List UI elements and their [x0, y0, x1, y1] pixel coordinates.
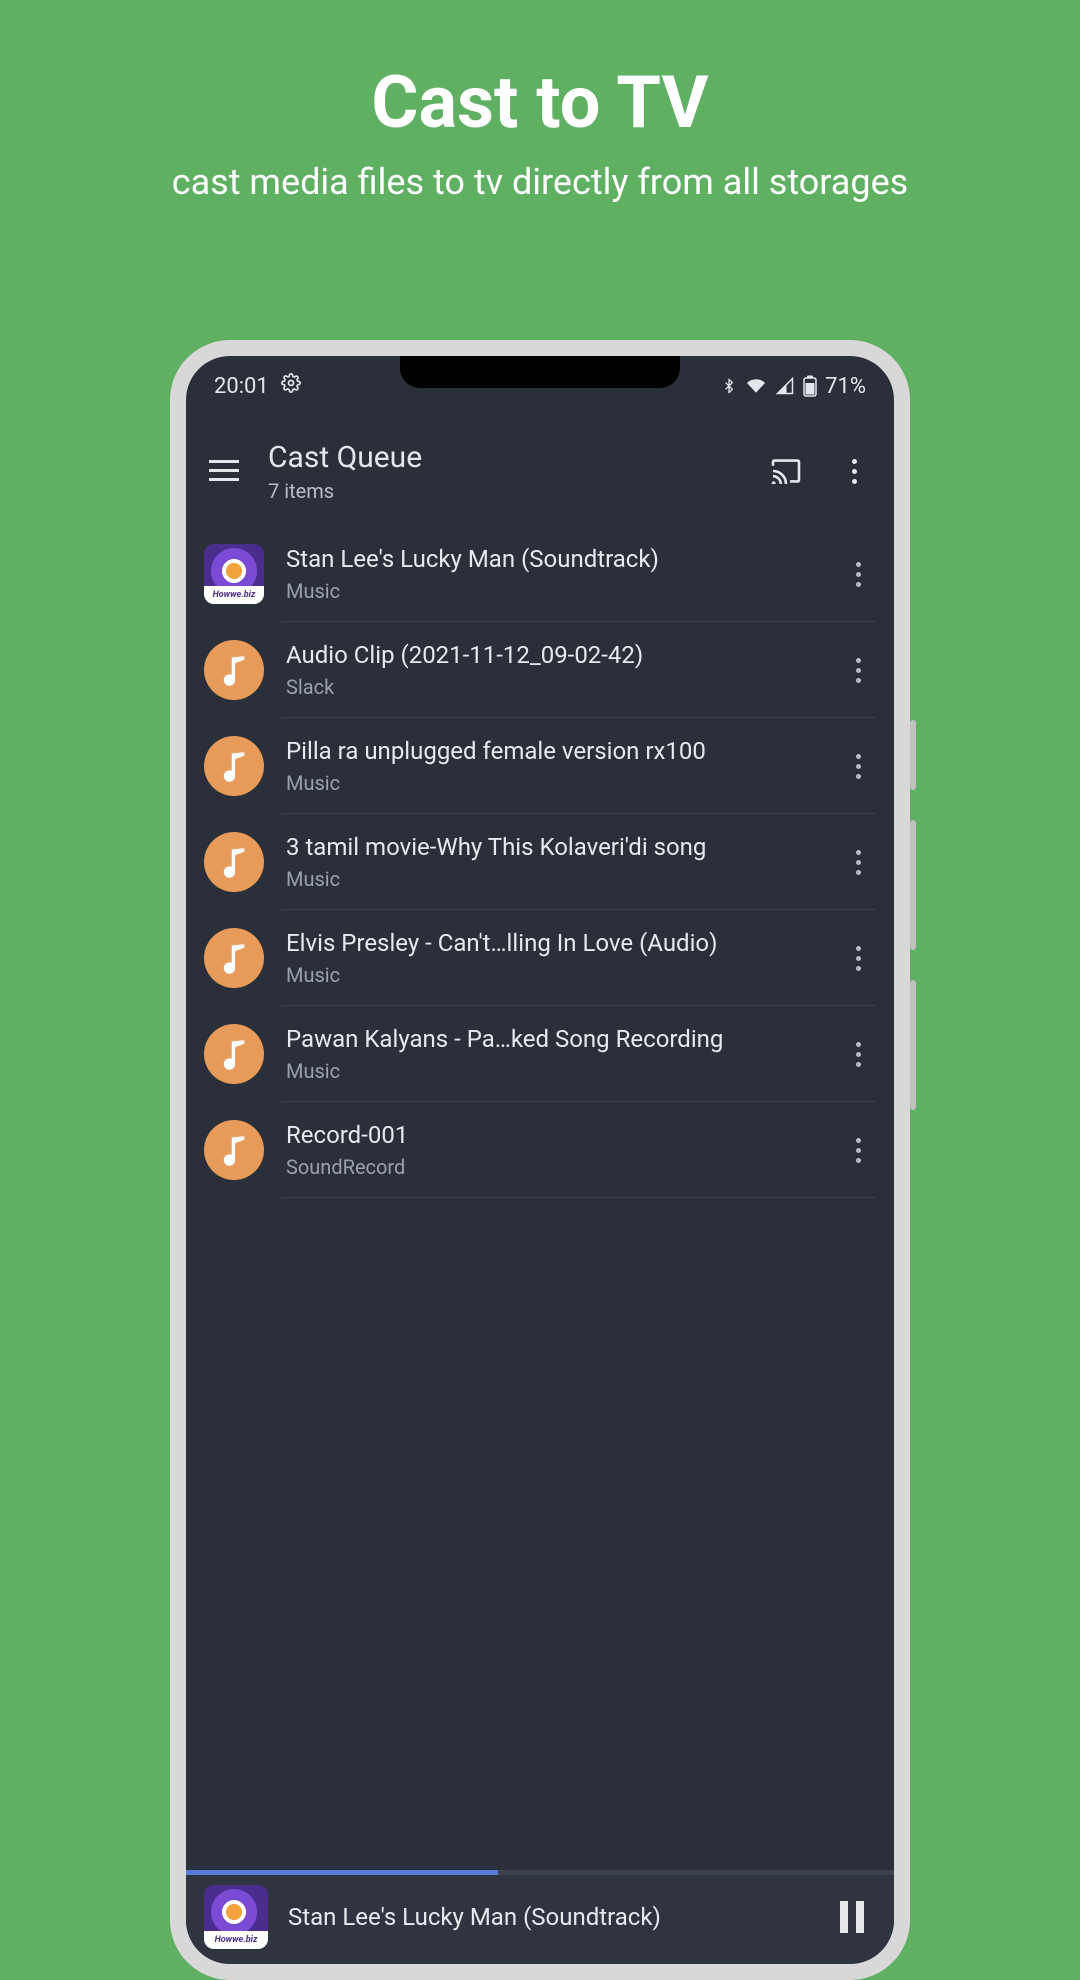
- more-vert-icon: [856, 1138, 861, 1163]
- item-more-button[interactable]: [840, 936, 876, 980]
- music-note-icon: [204, 1024, 264, 1084]
- pause-button[interactable]: [828, 1893, 876, 1941]
- battery-pct: 71%: [825, 374, 866, 399]
- divider: [282, 1197, 876, 1198]
- music-note-icon: [204, 1120, 264, 1180]
- item-more-button[interactable]: [840, 1128, 876, 1172]
- pause-icon: [856, 1901, 864, 1933]
- item-subtitle: Music: [286, 1059, 818, 1083]
- progress-track[interactable]: [186, 1870, 894, 1875]
- music-note-icon: [204, 736, 264, 796]
- phone-volume-up: [910, 820, 916, 950]
- signal-icon: [775, 377, 795, 395]
- item-more-button[interactable]: [840, 1032, 876, 1076]
- more-vert-icon: [856, 850, 861, 875]
- promo-subtitle: cast media files to tv directly from all…: [0, 161, 1080, 203]
- bluetooth-icon: [721, 376, 737, 396]
- item-title: Pilla ra unplugged female version rx100: [286, 737, 818, 765]
- now-playing-title: Stan Lee's Lucky Man (Soundtrack): [288, 1903, 808, 1931]
- more-vert-icon: [852, 459, 857, 484]
- item-subtitle: Slack: [286, 675, 818, 699]
- list-item[interactable]: Elvis Presley - Can't…lling In Love (Aud…: [186, 910, 894, 1006]
- item-subtitle: Music: [286, 867, 818, 891]
- more-vert-icon: [856, 562, 861, 587]
- overflow-button[interactable]: [832, 449, 876, 493]
- album-label: Howwe.biz: [204, 1931, 268, 1949]
- app-bar: Cast Queue 7 items: [186, 416, 894, 526]
- cast-button[interactable]: [764, 449, 808, 493]
- more-vert-icon: [856, 946, 861, 971]
- item-title: 3 tamil movie-Why This Kolaveri'di song: [286, 833, 818, 861]
- music-note-icon: [204, 640, 264, 700]
- wifi-icon: [745, 377, 767, 395]
- queue-list[interactable]: Howwe.biz Stan Lee's Lucky Man (Soundtra…: [186, 526, 894, 1870]
- item-title: Record-001: [286, 1121, 818, 1149]
- music-note-icon: [204, 832, 264, 892]
- pause-icon: [840, 1901, 848, 1933]
- item-subtitle: Music: [286, 771, 818, 795]
- promo-title: Cast to TV: [0, 60, 1080, 145]
- gear-icon: [281, 373, 301, 399]
- list-item[interactable]: Howwe.biz Stan Lee's Lucky Man (Soundtra…: [186, 526, 894, 622]
- page-subtitle: 7 items: [268, 479, 740, 503]
- page-title: Cast Queue: [268, 440, 740, 475]
- status-time: 20:01: [214, 374, 269, 399]
- phone-notch: [400, 356, 680, 388]
- phone-screen: 20:01: [186, 356, 894, 1964]
- hamburger-icon: [209, 460, 239, 482]
- album-art-icon: Howwe.biz: [204, 544, 264, 604]
- item-subtitle: SoundRecord: [286, 1155, 818, 1179]
- now-playing-bar[interactable]: Howwe.biz Stan Lee's Lucky Man (Soundtra…: [186, 1870, 894, 1964]
- list-item[interactable]: Record-001 SoundRecord: [186, 1102, 894, 1198]
- battery-icon: [803, 375, 817, 397]
- list-item[interactable]: 3 tamil movie-Why This Kolaveri'di song …: [186, 814, 894, 910]
- item-title: Elvis Presley - Can't…lling In Love (Aud…: [286, 929, 818, 957]
- now-playing-thumb: Howwe.biz: [204, 1885, 268, 1949]
- item-subtitle: Music: [286, 579, 818, 603]
- menu-button[interactable]: [204, 451, 244, 491]
- list-item[interactable]: Pawan Kalyans - Pa…ked Song Recording Mu…: [186, 1006, 894, 1102]
- item-more-button[interactable]: [840, 840, 876, 884]
- item-title: Audio Clip (2021-11-12_09-02-42): [286, 641, 818, 669]
- list-item[interactable]: Pilla ra unplugged female version rx100 …: [186, 718, 894, 814]
- phone-volume-down: [910, 980, 916, 1110]
- phone-frame: 20:01: [170, 340, 910, 1980]
- music-note-icon: [204, 928, 264, 988]
- list-item[interactable]: Audio Clip (2021-11-12_09-02-42) Slack: [186, 622, 894, 718]
- progress-fill: [186, 1870, 498, 1875]
- more-vert-icon: [856, 658, 861, 683]
- phone-side-button: [910, 720, 916, 790]
- item-more-button[interactable]: [840, 552, 876, 596]
- more-vert-icon: [856, 754, 861, 779]
- item-more-button[interactable]: [840, 648, 876, 692]
- item-title: Stan Lee's Lucky Man (Soundtrack): [286, 545, 818, 573]
- item-title: Pawan Kalyans - Pa…ked Song Recording: [286, 1025, 818, 1053]
- item-subtitle: Music: [286, 963, 818, 987]
- more-vert-icon: [856, 1042, 861, 1067]
- cast-icon: [770, 458, 802, 484]
- item-more-button[interactable]: [840, 744, 876, 788]
